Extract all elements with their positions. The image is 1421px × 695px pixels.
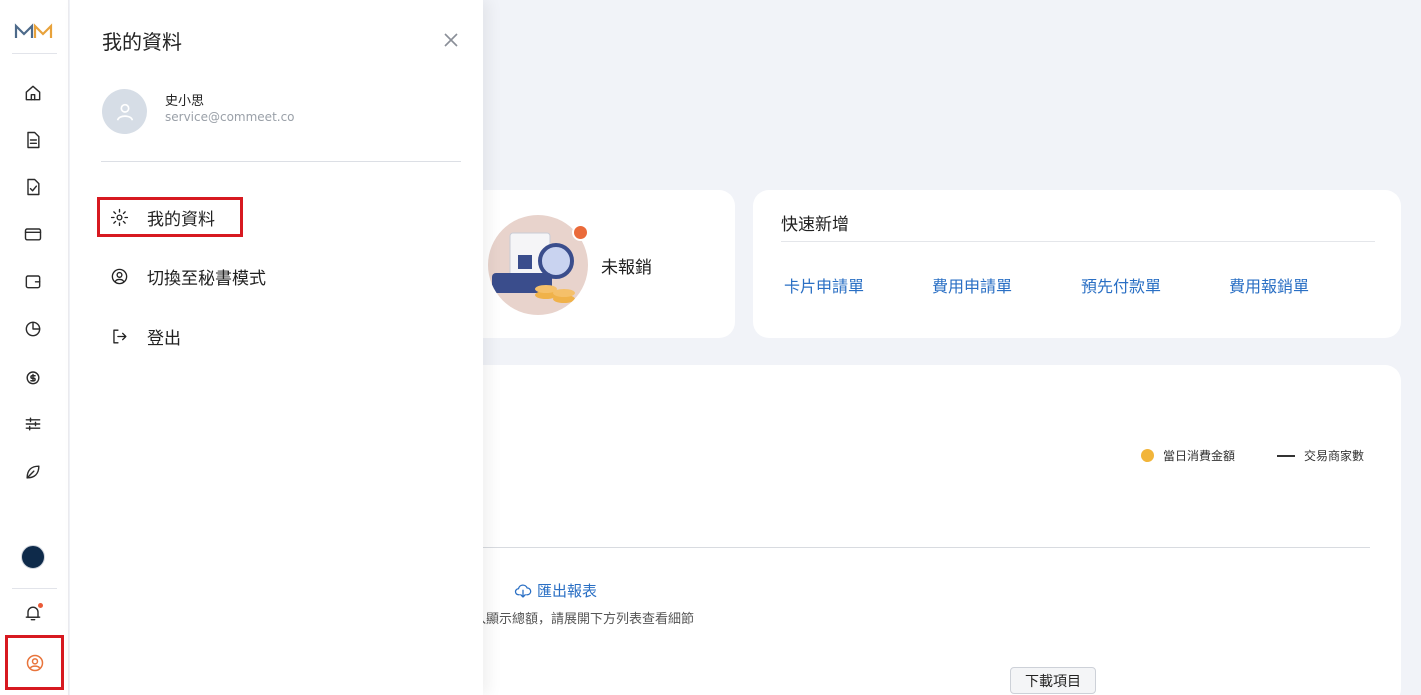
unreported-label: 未報銷 [601, 258, 652, 278]
home-icon[interactable] [22, 82, 44, 104]
quick-link-prepayment[interactable]: 預先付款單 [1081, 273, 1161, 297]
quick-add-card: 快速新增 卡片申請單 費用申請單 預先付款單 費用報銷單 [753, 190, 1401, 338]
menu-item-secretary-mode[interactable]: 切換至秘書模式 [110, 264, 266, 289]
download-items-button[interactable]: 下載項目 [1010, 667, 1096, 694]
legend-label: 當日消費金額 [1163, 449, 1236, 463]
drawer-divider [101, 161, 461, 162]
close-icon [444, 33, 458, 47]
user-email: service@commeet.co [165, 110, 295, 124]
menu-item-label: 切換至秘書模式 [147, 269, 266, 289]
export-report-button[interactable]: 匯出報表 [514, 580, 597, 601]
quick-link-expense-report[interactable]: 費用報銷單 [1229, 273, 1309, 297]
profile-drawer: 我的資料 史小思 service@commeet.co 我的資料 切換至秘書模式… [70, 0, 483, 695]
sliders-icon[interactable] [22, 413, 44, 435]
rail-divider [12, 53, 57, 54]
leaf-icon[interactable] [22, 461, 44, 483]
profile-button[interactable] [5, 635, 64, 690]
rail-divider [12, 588, 57, 589]
user-switch-icon [111, 268, 128, 285]
menu-item-logout[interactable]: 登出 [110, 324, 181, 349]
legend-merchants: 交易商家數 [1277, 447, 1364, 464]
status-badge [572, 224, 589, 241]
legend-label: 交易商家數 [1304, 449, 1365, 463]
icon-rail [0, 0, 69, 695]
chart-divider [460, 547, 1370, 548]
legend-line [1277, 454, 1295, 457]
commeet-logo[interactable] [14, 22, 54, 40]
user-icon [116, 103, 133, 121]
menu-item-label: 我的資料 [147, 210, 215, 230]
quick-link-card-application[interactable]: 卡片申請單 [784, 273, 864, 297]
cloud-download-icon [514, 583, 532, 598]
wallet-icon[interactable] [22, 270, 44, 292]
approval-icon[interactable] [22, 176, 44, 198]
money-icon[interactable] [22, 366, 44, 388]
user-name: 史小思 [165, 94, 205, 109]
legend-amount: 當日消費金額 [1141, 447, 1235, 464]
export-report-label: 匯出報表 [537, 582, 598, 600]
quick-link-expense-application[interactable]: 費用申請單 [932, 273, 1012, 297]
gear-icon [110, 208, 129, 227]
close-button[interactable] [444, 32, 460, 48]
card-icon[interactable] [22, 223, 44, 245]
avatar [102, 89, 147, 134]
menu-item-my-profile[interactable]: 我的資料 [110, 205, 215, 230]
document-icon[interactable] [22, 129, 44, 151]
company-avatar[interactable] [21, 545, 45, 569]
drawer-title: 我的資料 [102, 30, 182, 54]
pie-chart-icon[interactable] [22, 318, 44, 340]
quick-add-title: 快速新增 [781, 215, 849, 235]
bell-icon[interactable] [22, 602, 44, 624]
legend-dot [1141, 449, 1154, 462]
user-circle-icon [26, 654, 43, 671]
transactions-card: 當日消費金額 交易商家數 匯出報表 計入顯示總額，請展開下方列表查看細節 下載項… [430, 365, 1401, 695]
quick-add-divider [781, 241, 1375, 242]
notification-dot [38, 603, 43, 608]
logout-icon [113, 329, 127, 344]
menu-item-label: 登出 [147, 329, 181, 349]
summary-note: 計入顯示總額，請展開下方列表查看細節 [460, 612, 695, 627]
